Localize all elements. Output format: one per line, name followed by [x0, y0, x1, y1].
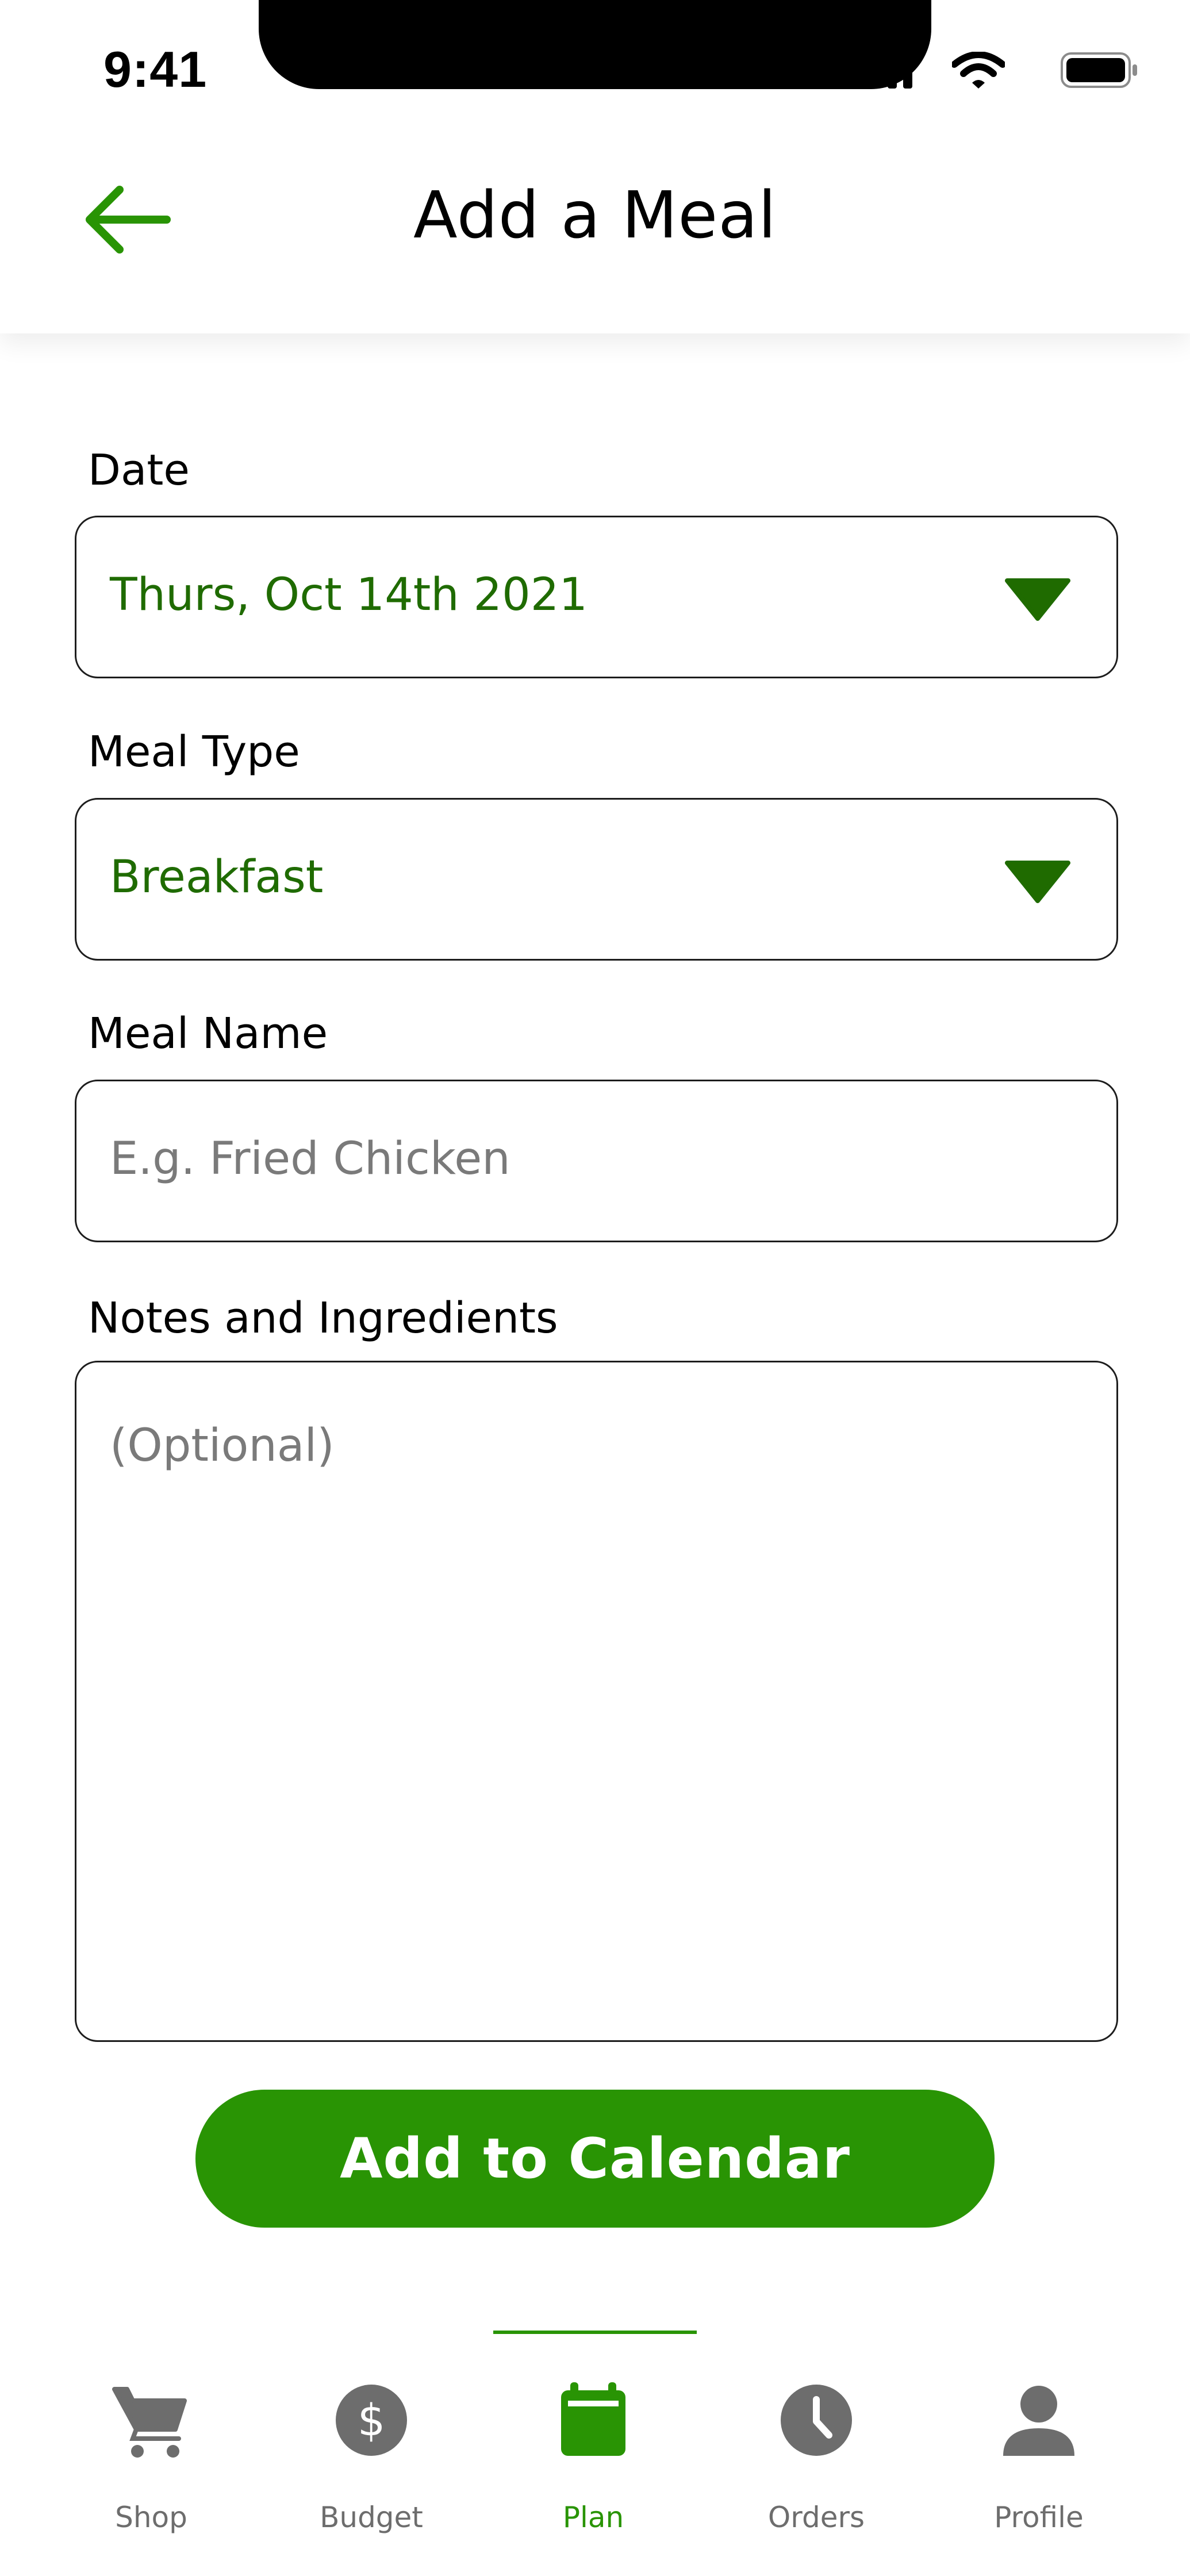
nav-label: Shop — [115, 2501, 187, 2534]
clock-icon — [781, 2385, 852, 2456]
nav-label: Orders — [767, 2501, 865, 2534]
date-value: Thurs, Oct 14th 2021 — [110, 569, 588, 621]
nav-item-shop[interactable]: Shop — [65, 2380, 237, 2552]
nav-item-orders[interactable]: Orders — [730, 2380, 903, 2552]
wifi-icon — [952, 52, 1005, 89]
nav-active-indicator — [493, 2331, 697, 2334]
meal-type-label: Meal Type — [88, 727, 300, 777]
cellular-signal-icon — [857, 52, 912, 89]
date-label: Date — [88, 446, 190, 495]
meal-name-placeholder: E.g. Fried Chicken — [110, 1133, 510, 1185]
meal-name-input[interactable]: E.g. Fried Chicken — [75, 1080, 1118, 1242]
meal-name-label: Meal Name — [88, 1009, 328, 1058]
nav-item-budget[interactable]: $ Budget — [285, 2380, 458, 2552]
nav-item-profile[interactable]: Profile — [953, 2380, 1125, 2552]
page-title: Add a Meal — [413, 178, 777, 253]
meal-type-select[interactable]: Breakfast — [75, 798, 1118, 961]
notes-label: Notes and Ingredients — [88, 1293, 558, 1343]
date-select[interactable]: Thurs, Oct 14th 2021 — [75, 516, 1118, 678]
nav-label: Profile — [994, 2501, 1084, 2534]
calendar-icon — [561, 2382, 625, 2456]
add-to-calendar-button[interactable]: Add to Calendar — [195, 2090, 995, 2228]
nav-label: Budget — [320, 2501, 423, 2534]
person-icon — [1003, 2386, 1074, 2456]
nav-item-plan[interactable]: Plan — [507, 2380, 680, 2552]
svg-text:$: $ — [358, 2394, 385, 2446]
chevron-down-icon — [1005, 578, 1070, 621]
battery-icon — [1061, 52, 1137, 88]
meal-type-value: Breakfast — [110, 851, 324, 903]
nav-label: Plan — [562, 2501, 624, 2534]
dollar-icon: $ — [336, 2385, 407, 2456]
device-notch — [259, 0, 931, 89]
notes-placeholder: (Optional) — [110, 1420, 335, 1472]
app-header: 9:41 Add a Meal — [0, 0, 1190, 333]
notes-textarea[interactable]: (Optional) — [75, 1361, 1118, 2042]
status-time: 9:41 — [103, 41, 208, 98]
chevron-down-icon — [1005, 861, 1070, 903]
cart-icon — [112, 2387, 187, 2458]
